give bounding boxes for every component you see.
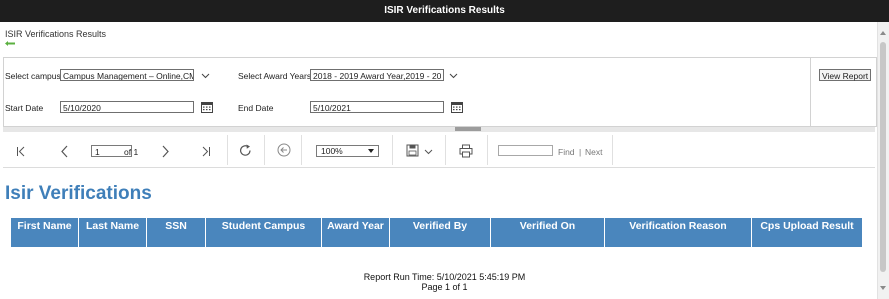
toolbar-separator [301, 135, 302, 165]
refresh-icon[interactable] [238, 143, 253, 158]
view-report-button[interactable]: View Report [819, 69, 872, 81]
last-page-icon[interactable] [200, 146, 211, 157]
campus-select[interactable]: Campus Management – Online,CM [60, 69, 194, 81]
back-arrow-icon[interactable] [5, 41, 15, 46]
report-run-time: Report Run Time: 5/10/2021 5:45:19 PM [363, 272, 526, 282]
scroll-thumb[interactable] [880, 42, 886, 272]
column-header-verification-reason: Verification Reason [605, 218, 752, 247]
toolbar-separator [612, 135, 613, 165]
save-icon[interactable] [406, 144, 419, 157]
toolbar-separator [264, 135, 265, 165]
find-next-link[interactable]: Next [585, 147, 602, 157]
find-link[interactable]: Find [558, 147, 575, 157]
start-date-label: Start Date [5, 103, 44, 113]
print-icon[interactable] [459, 144, 473, 158]
award-years-label: Select Award Years [238, 71, 312, 81]
scroll-up-arrow-icon[interactable] [880, 31, 886, 35]
column-header-verified-by: Verified By [390, 218, 491, 247]
results-table-header: First Name Last Name SSN Student Campus … [11, 218, 862, 247]
page-count-text: of 1 [124, 147, 139, 157]
next-page-icon[interactable] [160, 145, 170, 158]
toolbar-separator [487, 135, 488, 165]
previous-page-icon[interactable] [60, 145, 70, 158]
award-years-dropdown-chevron-icon[interactable] [449, 71, 458, 80]
column-header-first-name: First Name [11, 218, 79, 247]
first-page-icon[interactable] [16, 146, 27, 157]
scroll-down-arrow-icon[interactable] [880, 286, 886, 290]
campus-label: Select campus [5, 71, 61, 81]
column-header-verified-on: Verified On [491, 218, 605, 247]
column-header-award-year: Award Year [322, 218, 390, 247]
zoom-value: 100% [321, 146, 343, 156]
column-header-student-campus: Student Campus [206, 218, 322, 247]
params-divider [810, 58, 811, 126]
save-dropdown-chevron-icon[interactable] [424, 149, 433, 155]
back-to-parent-icon[interactable] [277, 143, 291, 157]
page-title: ISIR Verifications Results [5, 29, 107, 39]
zoom-select[interactable]: 100% [316, 145, 379, 157]
column-header-ssn: SSN [147, 218, 206, 247]
start-date-input[interactable]: 5/10/2020 [60, 101, 194, 113]
campus-dropdown-chevron-icon[interactable] [201, 71, 210, 80]
end-date-label: End Date [238, 103, 274, 113]
toolbar-separator [227, 135, 228, 165]
award-years-select[interactable]: 2018 - 2019 Award Year,2019 - 20 [310, 69, 444, 81]
end-date-calendar-icon[interactable] [451, 101, 463, 113]
report-page-info: Page 1 of 1 [421, 282, 468, 292]
zoom-caret-icon [368, 149, 374, 153]
report-title: Isir Verifications [5, 183, 152, 204]
find-input[interactable] [498, 145, 553, 156]
window-title: ISIR Verifications Results [0, 0, 889, 22]
find-separator: | [579, 147, 582, 157]
column-header-last-name: Last Name [79, 218, 147, 247]
column-header-cps-upload-result: Cps Upload Result [752, 218, 862, 247]
end-date-input[interactable]: 5/10/2021 [310, 101, 444, 113]
parameters-panel: Select campus Campus Management – Online… [3, 57, 877, 127]
parameters-splitter[interactable] [3, 127, 875, 132]
splitter-handle[interactable] [455, 127, 481, 131]
report-toolbar: 1 of 1 100% Find | Next [3, 133, 875, 168]
toolbar-separator [392, 135, 393, 165]
toolbar-separator [445, 135, 446, 165]
vertical-scrollbar[interactable] [877, 22, 889, 299]
start-date-calendar-icon[interactable] [201, 101, 213, 113]
